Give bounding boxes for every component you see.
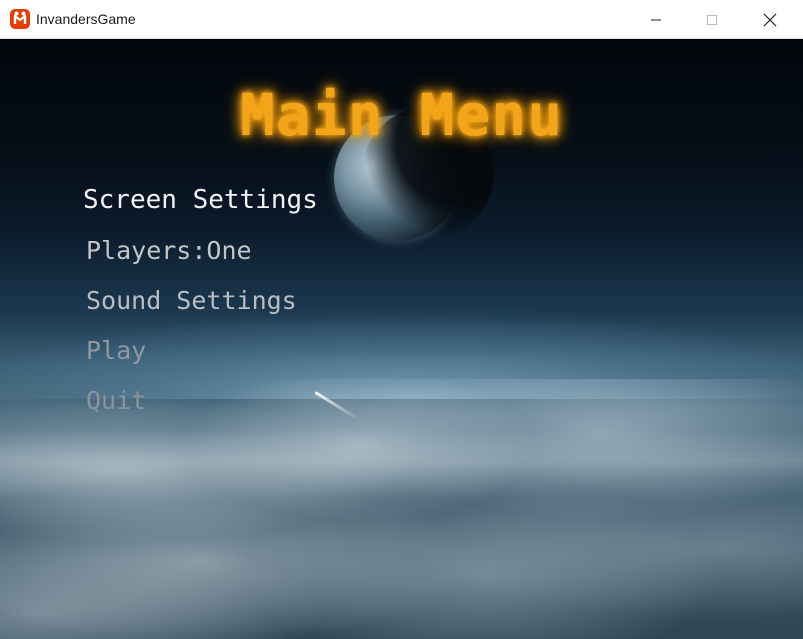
cloud-layer [0, 379, 803, 639]
menu-item-sound-settings[interactable]: Sound Settings [86, 286, 297, 315]
close-button[interactable] [740, 0, 800, 39]
window-title: InvandersGame [36, 11, 136, 27]
title-bar[interactable]: InvandersGame [0, 0, 803, 39]
close-icon [763, 13, 777, 26]
minimize-button[interactable] [628, 0, 684, 39]
maximize-icon [707, 14, 717, 25]
menu-item-screen-settings[interactable]: Screen Settings [83, 185, 318, 215]
cloud-band [0, 429, 803, 499]
game-viewport[interactable]: Main Menu Screen Settings Players:One So… [0, 39, 803, 639]
game-window: InvandersGame Main Menu Screen Settings [0, 0, 803, 639]
main-menu-title: Main Menu [239, 81, 564, 149]
monogame-logo-icon [10, 9, 30, 29]
maximize-button[interactable] [684, 0, 740, 39]
menu-item-play[interactable]: Play [86, 336, 146, 365]
minimize-icon [651, 19, 661, 20]
menu-item-quit[interactable]: Quit [86, 386, 146, 415]
menu-item-players[interactable]: Players:One [86, 236, 252, 265]
